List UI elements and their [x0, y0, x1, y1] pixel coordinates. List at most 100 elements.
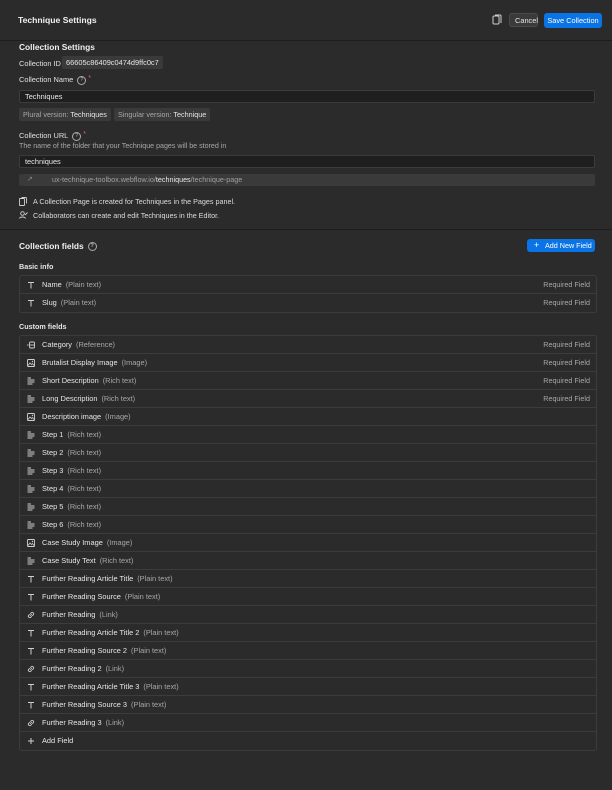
- field-name-text: Step 2: [42, 448, 64, 457]
- image-icon: [27, 413, 35, 421]
- field-name-text: Step 3: [42, 466, 64, 475]
- collection-url-input[interactable]: techniques: [19, 155, 595, 168]
- field-row[interactable]: Further Reading Source (Plain text): [20, 588, 596, 606]
- field-name-text: Case Study Text: [42, 556, 96, 565]
- add-field-row[interactable]: Add Field: [20, 732, 596, 750]
- richtext-icon: [27, 431, 35, 439]
- field-type: (Rich text): [67, 520, 102, 529]
- field-name-text: Step 6: [42, 520, 64, 529]
- image-icon: [27, 539, 35, 547]
- field-row[interactable]: Further Reading (Link): [20, 606, 596, 624]
- field-type: (Rich text): [67, 466, 102, 475]
- field-name-text: Further Reading Source 2: [42, 646, 128, 655]
- field-row[interactable]: Step 4 (Rich text): [20, 480, 596, 498]
- text-icon: [27, 299, 35, 307]
- add-field-label: Add Field: [42, 736, 74, 745]
- page-title: Technique Settings: [18, 15, 97, 25]
- field-name: Brutalist Display Image (Image): [42, 358, 147, 367]
- field-row[interactable]: Step 6 (Rich text): [20, 516, 596, 534]
- field-row[interactable]: Further Reading 2 (Link): [20, 660, 596, 678]
- help-icon[interactable]: ?: [77, 75, 87, 85]
- help-icon[interactable]: ?: [72, 131, 82, 141]
- link-icon: [27, 611, 35, 619]
- link-icon: [27, 719, 35, 727]
- field-row[interactable]: Further Reading Article Title 2 (Plain te…: [20, 624, 596, 642]
- richtext-icon: [27, 377, 35, 385]
- section-divider: [0, 229, 612, 230]
- required-field-label: Required Field: [543, 298, 590, 307]
- field-row[interactable]: Short Description (Rich text) Required Fie…: [20, 372, 596, 390]
- field-row[interactable]: Step 2 (Rich text): [20, 444, 596, 462]
- field-row[interactable]: Case Study Text (Rich text): [20, 552, 596, 570]
- field-name: Slug (Plain text): [42, 298, 96, 307]
- add-new-field-button[interactable]: + Add New Field: [527, 239, 595, 252]
- field-name-text: Name: [42, 280, 62, 289]
- field-row[interactable]: Slug (Plain text) Required Field: [20, 294, 596, 312]
- field-row[interactable]: Step 1 (Rich text): [20, 426, 596, 444]
- field-row[interactable]: Description image (Image): [20, 408, 596, 426]
- image-icon: [27, 359, 35, 367]
- singular-version-chip[interactable]: Singular version: Technique: [114, 108, 211, 121]
- url-preview-folder: techniques: [155, 175, 191, 184]
- save-collection-button[interactable]: Save Collection: [544, 13, 602, 28]
- field-name: Step 1 (Rich text): [42, 430, 101, 439]
- richtext-icon: [27, 467, 35, 475]
- field-row[interactable]: Further Reading Source 3 (Plain text): [20, 696, 596, 714]
- richtext-icon: [27, 521, 35, 529]
- field-name: Step 6 (Rich text): [42, 520, 101, 529]
- required-field-label: Required Field: [543, 340, 590, 349]
- field-row[interactable]: Brutalist Display Image (Image) Required F…: [20, 354, 596, 372]
- field-type: (Image): [105, 412, 131, 421]
- field-name: Further Reading Source (Plain text): [42, 592, 160, 601]
- required-field-label: Required Field: [543, 394, 590, 403]
- field-row[interactable]: Category (Reference) Required Field: [20, 336, 596, 354]
- field-type: (Rich text): [67, 502, 102, 511]
- field-row[interactable]: Further Reading Source 2 (Plain text): [20, 642, 596, 660]
- field-type: (Rich text): [67, 484, 102, 493]
- collaborators-icon: [19, 211, 28, 219]
- collection-name-label: Collection Name? *: [19, 75, 91, 85]
- field-type: (Plain text): [65, 280, 102, 289]
- help-icon[interactable]: ?: [87, 242, 97, 252]
- field-name-text: Long Description: [42, 394, 98, 403]
- richtext-icon: [27, 503, 35, 511]
- required-field-label: Required Field: [543, 358, 590, 367]
- field-name: Further Reading Source 2 (Plain text): [42, 646, 166, 655]
- required-field-label: Required Field: [543, 280, 590, 289]
- link-icon: ↗: [27, 176, 33, 183]
- custom-fields-list: Category (Reference) Required Field Brutali…: [19, 335, 597, 751]
- text-icon: [27, 629, 35, 637]
- field-row[interactable]: Case Study Image (Image): [20, 534, 596, 552]
- field-row[interactable]: Long Description (Rich text) Required Fiel…: [20, 390, 596, 408]
- field-name: Case Study Image (Image): [42, 538, 132, 547]
- field-name: Description image (Image): [42, 412, 131, 421]
- field-row[interactable]: Further Reading 3 (Link): [20, 714, 596, 732]
- collection-name-input[interactable]: Techniques: [19, 90, 595, 103]
- collection-id-value[interactable]: 66605c86409c0474d9ffc0c7: [62, 56, 163, 69]
- field-row[interactable]: Further Reading Article Title (Plain text…: [20, 570, 596, 588]
- field-name-text: Further Reading Source 3: [42, 700, 128, 709]
- field-name: Category (Reference): [42, 340, 115, 349]
- field-row[interactable]: Further Reading Article Title 3 (Plain te…: [20, 678, 596, 696]
- field-name-text: Slug: [42, 298, 57, 307]
- field-type: (Rich text): [102, 376, 137, 385]
- text-icon: [27, 683, 35, 691]
- collection-url-description: The name of the folder that your Techniq…: [19, 142, 227, 150]
- field-type: (Link): [105, 664, 125, 673]
- field-row[interactable]: Name (Plain text) Required Field: [20, 276, 596, 294]
- field-row[interactable]: Step 5 (Rich text): [20, 498, 596, 516]
- field-type: (Plain text): [143, 682, 179, 691]
- field-row[interactable]: Step 3 (Rich text): [20, 462, 596, 480]
- field-name-text: Further Reading: [42, 610, 96, 619]
- cancel-button[interactable]: Cancel: [509, 13, 538, 27]
- field-name: Further Reading Article Title 2 (Plain te…: [42, 628, 179, 637]
- collection-fields-heading: Collection fields?: [19, 241, 97, 252]
- field-name-text: Further Reading Article Title: [42, 574, 134, 583]
- plural-version-chip[interactable]: Plural version: Techniques: [19, 108, 111, 121]
- field-type: (Link): [105, 718, 125, 727]
- field-name-text: Further Reading Source: [42, 592, 121, 601]
- duplicate-icon[interactable]: [492, 14, 502, 26]
- singular-value: Technique: [173, 110, 207, 119]
- richtext-icon: [27, 485, 35, 493]
- field-name-text: Step 1: [42, 430, 64, 439]
